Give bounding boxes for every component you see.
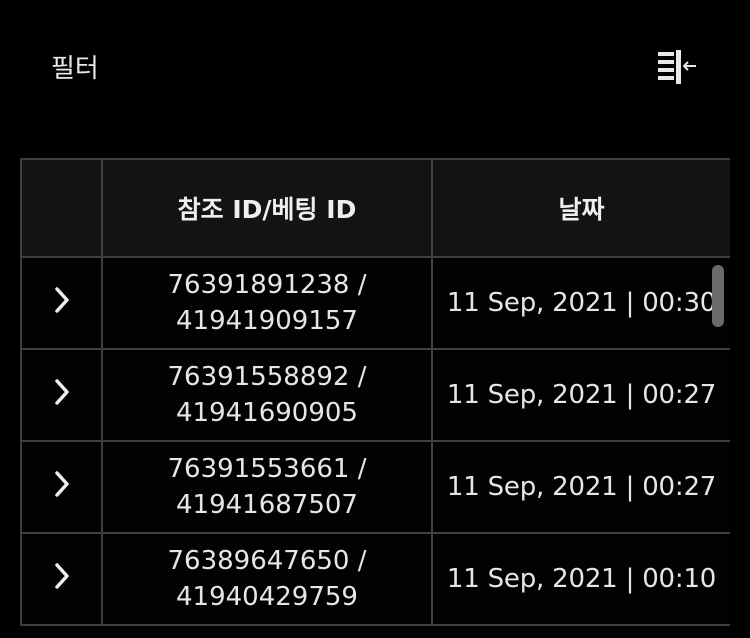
top-bar: 필터: [0, 0, 750, 140]
bet-id: 41941909157: [176, 306, 358, 336]
ref-bet-id-cell: 76391558892 / 41941690905: [101, 348, 433, 442]
ref-id: 76391558892 /: [167, 362, 367, 392]
chevron-right-icon[interactable]: [52, 470, 72, 498]
ref-bet-id-cell: 76391553661 / 41941687507: [101, 440, 433, 534]
date-column-header[interactable]: 날짜: [431, 158, 730, 258]
ref-id: 76389647650 /: [167, 546, 367, 576]
table-row[interactable]: 76391891238 / 41941909157 11 Sep, 2021 |…: [20, 256, 730, 350]
table-row[interactable]: 76391558892 / 41941690905 11 Sep, 2021 |…: [20, 348, 730, 442]
expand-cell[interactable]: [20, 532, 103, 626]
bet-id: 41941687507: [176, 490, 358, 520]
filter-button[interactable]: 필터: [51, 52, 99, 86]
chevron-right-icon[interactable]: [52, 286, 72, 314]
date-cell: 11 Sep, 2021 | 00:27: [431, 348, 730, 442]
chevron-right-icon[interactable]: [52, 378, 72, 406]
bet-id: 41940429759: [176, 582, 358, 612]
ref-bet-id-cell: 76391891238 / 41941909157: [101, 256, 433, 350]
date-cell: 11 Sep, 2021 | 00:10: [431, 532, 730, 626]
expand-cell[interactable]: [20, 256, 103, 350]
expand-column-header: [20, 158, 103, 258]
ref-id: 76391891238 /: [167, 270, 367, 300]
ref-id: 76391553661 /: [167, 454, 367, 484]
table-row[interactable]: 76389647650 / 41940429759 11 Sep, 2021 |…: [20, 532, 730, 626]
bet-id: 41941690905: [176, 398, 358, 428]
date-cell: 11 Sep, 2021 | 00:27: [431, 440, 730, 534]
chevron-right-icon[interactable]: [52, 562, 72, 590]
table-header-row: 참조 ID/베팅 ID 날짜: [20, 158, 730, 258]
bet-history-table: 참조 ID/베팅 ID 날짜 76391891238 / 41941909157…: [20, 158, 730, 638]
vertical-scrollbar[interactable]: [712, 265, 724, 327]
ref-bet-id-cell: 76389647650 / 41940429759: [101, 532, 433, 626]
ref-bet-id-column-header[interactable]: 참조 ID/베팅 ID: [101, 158, 433, 258]
collapse-columns-icon[interactable]: [652, 48, 700, 88]
expand-cell[interactable]: [20, 348, 103, 442]
table-row[interactable]: 76391553661 / 41941687507 11 Sep, 2021 |…: [20, 440, 730, 534]
date-cell: 11 Sep, 2021 | 00:30: [431, 256, 730, 350]
expand-cell[interactable]: [20, 440, 103, 534]
